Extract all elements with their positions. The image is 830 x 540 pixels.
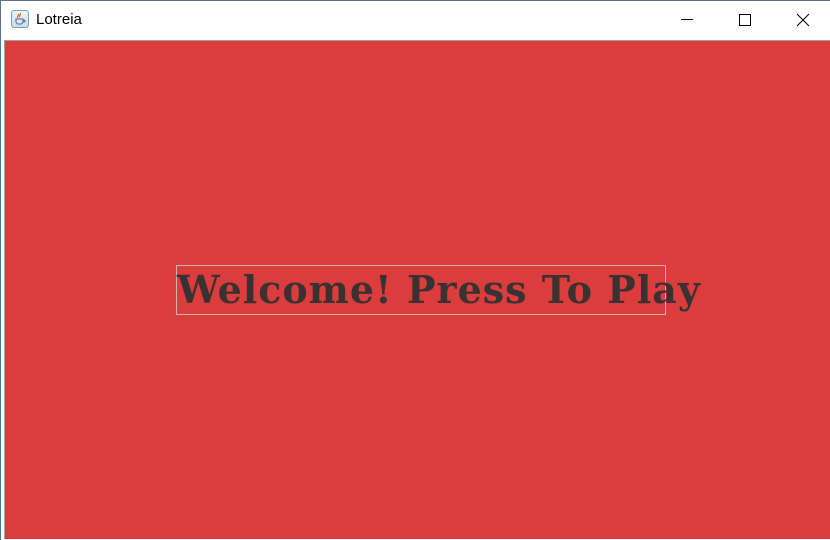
start-game-button[interactable]: Welcome! Press To Play bbox=[176, 265, 700, 315]
java-cup-icon[interactable] bbox=[11, 10, 29, 28]
game-panel: Welcome! Press To Play bbox=[4, 40, 830, 539]
window-title: Lotreia bbox=[36, 11, 82, 28]
close-button[interactable] bbox=[774, 1, 830, 39]
app-window: Lotreia Welcome! Press To Play bbox=[0, 0, 830, 540]
maximize-icon bbox=[739, 14, 751, 26]
title-bar[interactable]: Lotreia bbox=[1, 1, 830, 39]
minimize-icon bbox=[681, 19, 693, 20]
maximize-button[interactable] bbox=[716, 1, 774, 39]
close-icon bbox=[796, 13, 810, 27]
minimize-button[interactable] bbox=[658, 1, 716, 39]
